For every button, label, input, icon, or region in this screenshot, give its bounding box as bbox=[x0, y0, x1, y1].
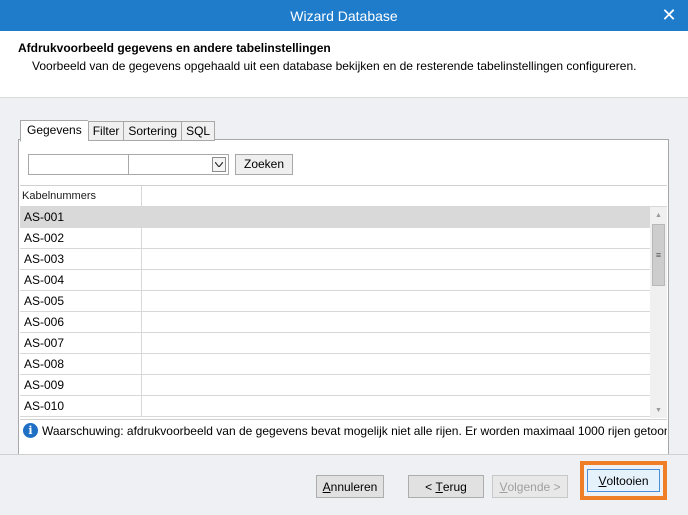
title-bar: Wizard Database ✕ bbox=[0, 0, 688, 31]
table-cell: AS-008 bbox=[20, 354, 142, 374]
chevron-down-icon[interactable] bbox=[212, 156, 226, 172]
wizard-header: Afdrukvoorbeeld gegevens en andere tabel… bbox=[0, 31, 688, 98]
info-icon: i bbox=[23, 423, 38, 438]
table-cell: AS-010 bbox=[20, 396, 142, 416]
finish-button[interactable]: Voltooien bbox=[587, 469, 660, 492]
search-input[interactable] bbox=[28, 153, 129, 175]
table-row[interactable]: AS-003 bbox=[20, 249, 650, 270]
table-cell: AS-006 bbox=[20, 312, 142, 332]
scroll-up-icon[interactable]: ▲ bbox=[650, 207, 667, 223]
warning-text: Waarschuwing: afdrukvoorbeeld van de geg… bbox=[42, 423, 667, 438]
data-grid: Kabelnummers AS-001 AS-002 AS-003 AS-004… bbox=[20, 186, 667, 418]
table-cell: AS-003 bbox=[20, 249, 142, 269]
back-label: erug bbox=[442, 479, 467, 494]
search-column-select[interactable] bbox=[129, 153, 229, 175]
table-row[interactable]: AS-006 bbox=[20, 312, 650, 333]
warning-bar: i Waarschuwing: afdrukvoorbeeld van de g… bbox=[20, 419, 667, 441]
tab-sortering[interactable]: Sortering bbox=[123, 121, 182, 141]
grid-rows: AS-001 AS-002 AS-003 AS-004 AS-005 AS-00… bbox=[20, 207, 650, 417]
tab-sql[interactable]: SQL bbox=[181, 121, 216, 141]
cancel-mnemonic: A bbox=[322, 479, 331, 494]
tab-gegevens[interactable]: Gegevens bbox=[20, 120, 88, 142]
cancel-label: nnuleren bbox=[330, 479, 378, 494]
finish-label: oltooien bbox=[606, 473, 649, 488]
back-prefix: < bbox=[425, 479, 436, 494]
table-cell: AS-004 bbox=[20, 270, 142, 290]
tab-strip: Gegevens Filter Sortering SQL bbox=[20, 120, 216, 142]
page-title: Afdrukvoorbeeld gegevens en andere tabel… bbox=[18, 41, 331, 55]
table-row[interactable]: AS-009 bbox=[20, 375, 650, 396]
tab-filter[interactable]: Filter bbox=[87, 121, 124, 141]
table-row[interactable]: AS-002 bbox=[20, 228, 650, 249]
table-cell: AS-001 bbox=[20, 207, 142, 227]
table-cell: AS-009 bbox=[20, 375, 142, 395]
table-cell: AS-007 bbox=[20, 333, 142, 353]
back-mnemonic: T bbox=[435, 479, 443, 494]
table-row[interactable]: AS-010 bbox=[20, 396, 650, 417]
finish-button-highlight: Voltooien bbox=[580, 461, 667, 500]
back-button[interactable]: < Terug bbox=[408, 475, 484, 498]
next-label: olgende > bbox=[507, 479, 561, 494]
window-title: Wizard Database bbox=[290, 7, 398, 24]
vertical-scrollbar[interactable]: ▲ ≡ ▼ bbox=[650, 207, 667, 418]
page-subtitle: Voorbeeld van de gegevens opgehaald uit … bbox=[32, 59, 637, 73]
table-row[interactable]: AS-005 bbox=[20, 291, 650, 312]
next-button[interactable]: Volgende > bbox=[492, 475, 568, 498]
next-mnemonic: V bbox=[499, 479, 508, 494]
cancel-button[interactable]: Annuleren bbox=[316, 475, 384, 498]
search-row: Zoeken bbox=[28, 153, 294, 175]
table-row[interactable]: AS-004 bbox=[20, 270, 650, 291]
finish-mnemonic: V bbox=[598, 473, 607, 488]
column-header-kabelnummers[interactable]: Kabelnummers bbox=[20, 186, 142, 207]
close-icon[interactable]: ✕ bbox=[658, 4, 680, 26]
table-cell: AS-005 bbox=[20, 291, 142, 311]
table-row[interactable]: AS-007 bbox=[20, 333, 650, 354]
column-header-empty bbox=[142, 186, 667, 207]
search-button[interactable]: Zoeken bbox=[235, 153, 294, 175]
table-cell: AS-002 bbox=[20, 228, 142, 248]
scroll-down-icon[interactable]: ▼ bbox=[650, 402, 667, 418]
table-row[interactable]: AS-008 bbox=[20, 354, 650, 375]
wizard-footer: Annuleren < Terug Volgende > Voltooien bbox=[0, 454, 688, 515]
table-row[interactable]: AS-001 bbox=[20, 207, 650, 228]
scrollbar-thumb[interactable]: ≡ bbox=[652, 224, 665, 286]
